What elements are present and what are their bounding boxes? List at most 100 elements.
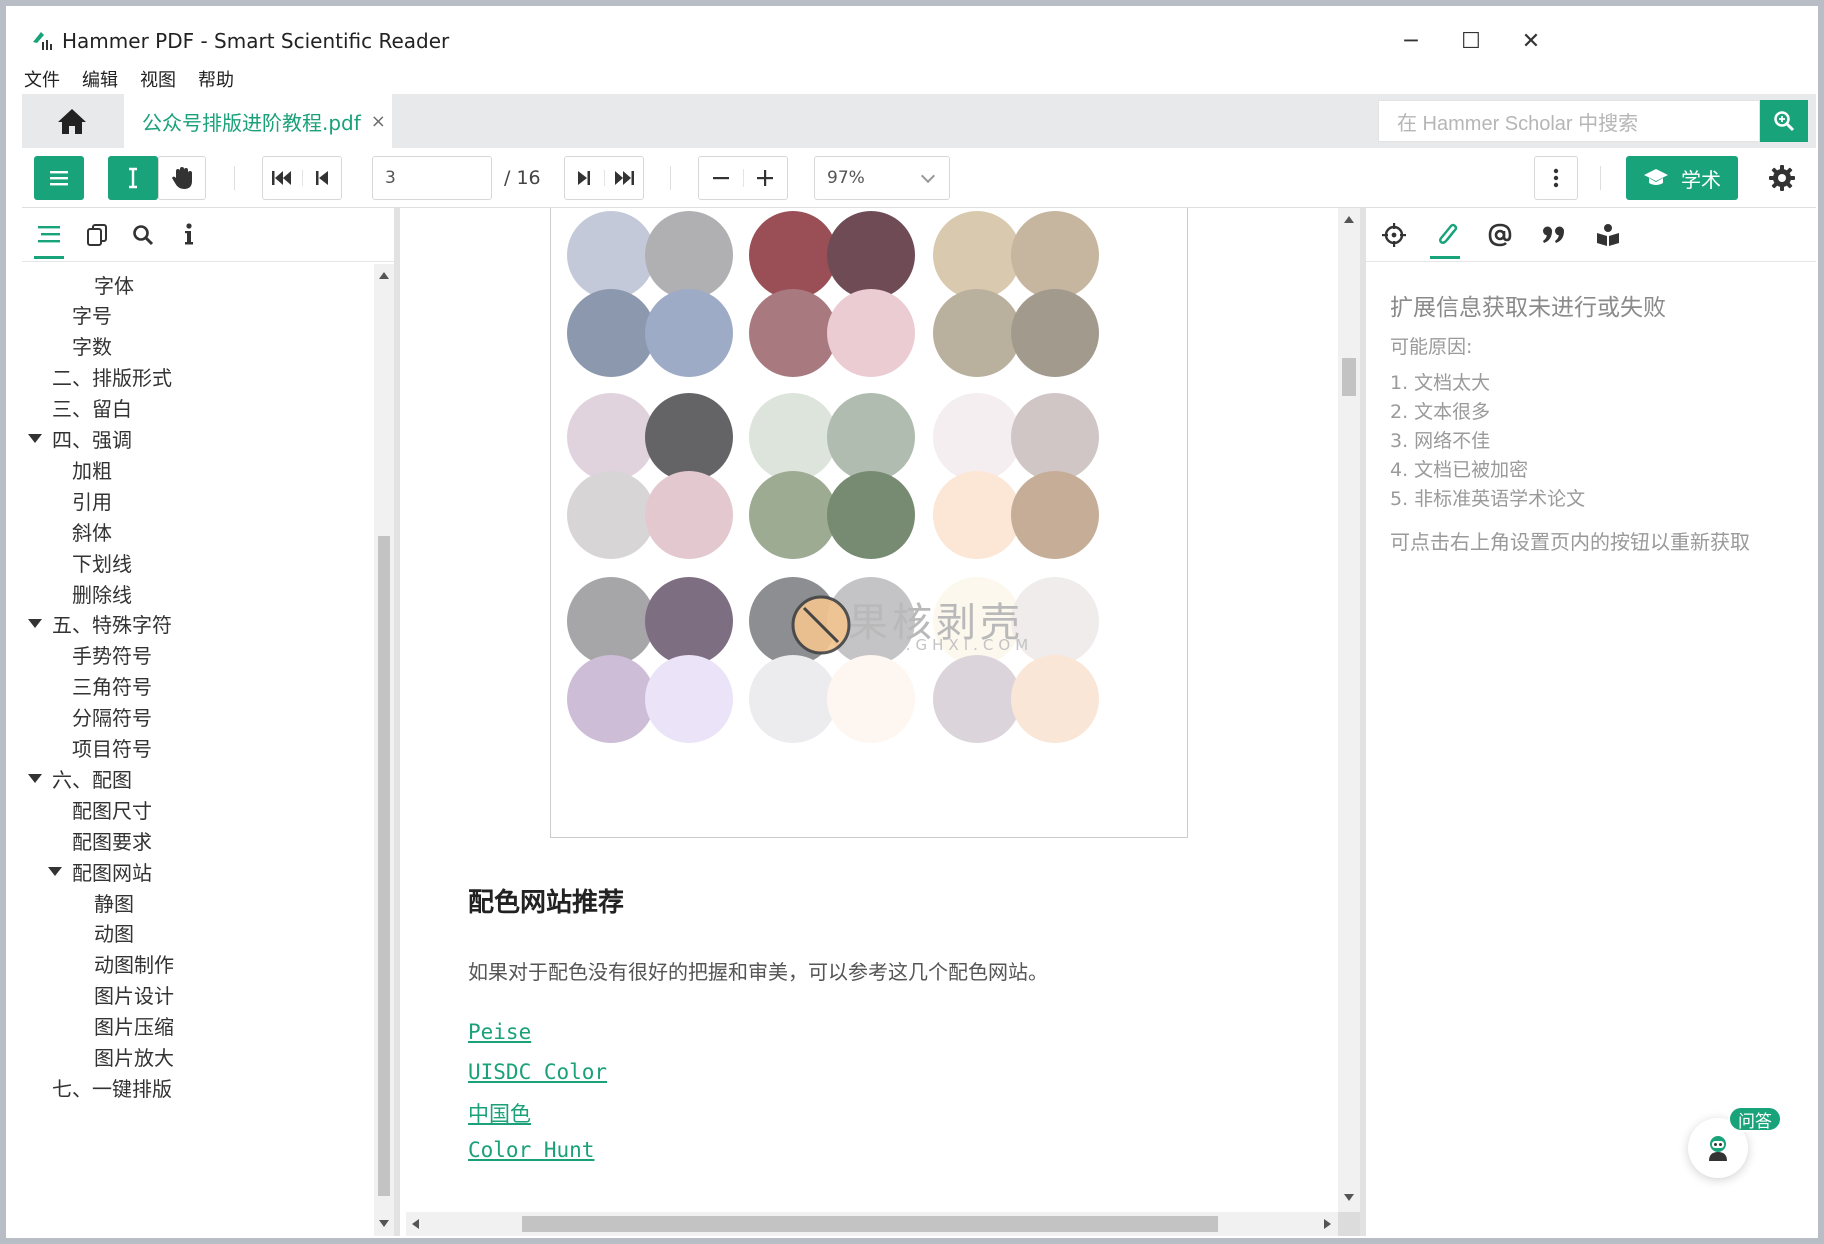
color-swatch bbox=[749, 471, 837, 559]
expand-triangle-icon[interactable] bbox=[28, 773, 42, 783]
color-swatch bbox=[645, 289, 733, 377]
outline-toggle-button[interactable] bbox=[34, 156, 84, 200]
expand-triangle-icon[interactable] bbox=[48, 866, 62, 876]
color-swatch bbox=[567, 471, 655, 559]
page-number-input[interactable]: 3 bbox=[372, 156, 492, 200]
scroll-down-arrow-icon[interactable] bbox=[1344, 1194, 1354, 1201]
color-swatch bbox=[645, 393, 733, 481]
tab-document[interactable]: 公众号排版进阶教程.pdf × bbox=[124, 94, 392, 148]
hand-icon bbox=[172, 167, 192, 189]
text-select-tool-button[interactable] bbox=[108, 156, 158, 200]
crosshair-icon bbox=[1382, 223, 1406, 247]
menu-view[interactable]: 视图 bbox=[138, 66, 178, 92]
search-button[interactable] bbox=[1760, 100, 1808, 142]
outline-item-label: 加粗 bbox=[72, 458, 112, 483]
possible-reasons-label: 可能原因: bbox=[1390, 336, 1473, 358]
qa-badge[interactable]: 问答 bbox=[1728, 1106, 1782, 1132]
outline-item-label: 四、强调 bbox=[52, 428, 132, 452]
scholar-search-input[interactable]: 在 Hammer Scholar 中搜索 bbox=[1378, 100, 1760, 142]
link-chinese-colors[interactable]: 中国色 bbox=[468, 1098, 531, 1128]
tab-mentions[interactable] bbox=[1482, 218, 1518, 252]
pan-tool-button[interactable] bbox=[158, 156, 206, 200]
skip-last-icon bbox=[614, 171, 634, 185]
color-swatch bbox=[567, 577, 655, 665]
tab-search[interactable] bbox=[126, 218, 160, 252]
color-swatch bbox=[567, 289, 655, 377]
first-page-button[interactable] bbox=[263, 170, 302, 186]
prev-page-button[interactable] bbox=[301, 170, 341, 186]
refetch-hint: 可点击右上角设置页内的按钮以重新获取 bbox=[1390, 530, 1750, 554]
section-heading: 配色网站推荐 bbox=[468, 888, 625, 918]
menu-edit[interactable]: 编辑 bbox=[80, 66, 120, 92]
more-options-button[interactable] bbox=[1534, 156, 1578, 200]
more-vertical-icon bbox=[1553, 168, 1559, 188]
menu-icon bbox=[50, 171, 68, 186]
color-swatch bbox=[827, 211, 915, 299]
link-peise[interactable]: Peise bbox=[468, 1020, 531, 1044]
last-page-button[interactable] bbox=[603, 170, 643, 186]
color-swatch bbox=[827, 289, 915, 377]
outline-scrollbar[interactable] bbox=[374, 264, 394, 1236]
pdf-viewer[interactable]: 果核剥壳 WWW.GHXI.COM 配色网站推荐 如果对于配色没有很好的把握和审… bbox=[406, 208, 1360, 1236]
tab-reader[interactable] bbox=[1590, 218, 1626, 252]
zoom-in-button[interactable] bbox=[742, 169, 787, 187]
viewer-hscroll-thumb[interactable] bbox=[522, 1216, 1218, 1232]
menu-file[interactable]: 文件 bbox=[22, 66, 62, 92]
menu-help[interactable]: 帮助 bbox=[196, 66, 236, 92]
expand-triangle-icon[interactable] bbox=[28, 434, 42, 443]
paperclip-icon bbox=[1439, 223, 1458, 244]
link-uisdc-color[interactable]: UISDC Color bbox=[468, 1060, 607, 1084]
zoom-select[interactable]: 97% bbox=[814, 156, 950, 200]
close-window-button[interactable]: ✕ bbox=[1496, 16, 1566, 66]
viewer-scroll-thumb[interactable] bbox=[1342, 358, 1356, 396]
active-tab-indicator bbox=[1430, 256, 1460, 259]
viewer-vertical-scrollbar[interactable] bbox=[1338, 208, 1360, 1212]
minus-icon bbox=[712, 177, 729, 180]
outline-item-label: 动图制作 bbox=[94, 953, 174, 978]
search-icon bbox=[1774, 111, 1795, 132]
scroll-up-arrow-icon[interactable] bbox=[379, 272, 389, 279]
outline-item-label: 分隔符号 bbox=[72, 706, 152, 731]
outline-item-label: 删除线 bbox=[72, 582, 132, 607]
step-forward-icon bbox=[578, 171, 591, 185]
link-color-hunt[interactable]: Color Hunt bbox=[468, 1138, 594, 1162]
outline-item[interactable]: 七、一键排版 bbox=[52, 1069, 172, 1105]
list-icon bbox=[38, 226, 60, 243]
next-page-button[interactable] bbox=[565, 170, 604, 186]
tab-thumbnails[interactable] bbox=[80, 218, 114, 252]
info-icon bbox=[185, 223, 193, 245]
zoom-out-button[interactable] bbox=[699, 169, 743, 187]
home-button[interactable] bbox=[22, 94, 122, 148]
color-swatch-image bbox=[550, 208, 1188, 838]
scroll-down-arrow-icon[interactable] bbox=[379, 1220, 389, 1227]
color-swatch bbox=[933, 393, 1021, 481]
scroll-left-arrow-icon[interactable] bbox=[412, 1219, 419, 1229]
academic-button[interactable]: 学术 bbox=[1626, 156, 1738, 200]
outline-tree: 字体 字号 字数 二、排版形式 三、留白 四、强调 加粗 引用 斜体 下划线 删除线 五、特殊字符 手势… bbox=[22, 264, 374, 1236]
tab-locate[interactable] bbox=[1376, 218, 1412, 252]
scroll-right-arrow-icon[interactable] bbox=[1324, 1219, 1331, 1229]
color-swatch bbox=[567, 655, 655, 743]
reason-item: 4. 文档已被加密 bbox=[1390, 459, 1529, 481]
expand-triangle-icon[interactable] bbox=[28, 619, 42, 629]
viewer-horizontal-scrollbar[interactable] bbox=[406, 1212, 1338, 1236]
robot-assistant-icon bbox=[1709, 1136, 1727, 1161]
tab-info[interactable] bbox=[172, 218, 206, 252]
copy-pages-icon bbox=[87, 224, 107, 246]
outline-item-label: 字号 bbox=[72, 304, 112, 329]
tab-attachments[interactable] bbox=[1430, 218, 1466, 252]
page-total: / 16 bbox=[504, 167, 541, 189]
tab-outline[interactable] bbox=[32, 218, 66, 252]
outline-item-label: 项目符号 bbox=[72, 737, 152, 761]
color-swatch bbox=[827, 393, 915, 481]
quote-icon bbox=[1543, 226, 1564, 243]
scroll-up-arrow-icon[interactable] bbox=[1344, 216, 1354, 223]
settings-button[interactable] bbox=[1760, 156, 1804, 200]
tab-close-icon[interactable]: × bbox=[371, 111, 386, 132]
outline-item-label: 图片放大 bbox=[94, 1046, 174, 1070]
color-swatch bbox=[749, 289, 837, 377]
reason-item: 1. 文档太大 bbox=[1390, 372, 1491, 394]
menu-bar: 文件 编辑 视图 帮助 bbox=[22, 64, 236, 94]
tab-citations[interactable] bbox=[1536, 218, 1572, 252]
outline-scroll-thumb[interactable] bbox=[378, 536, 390, 1196]
